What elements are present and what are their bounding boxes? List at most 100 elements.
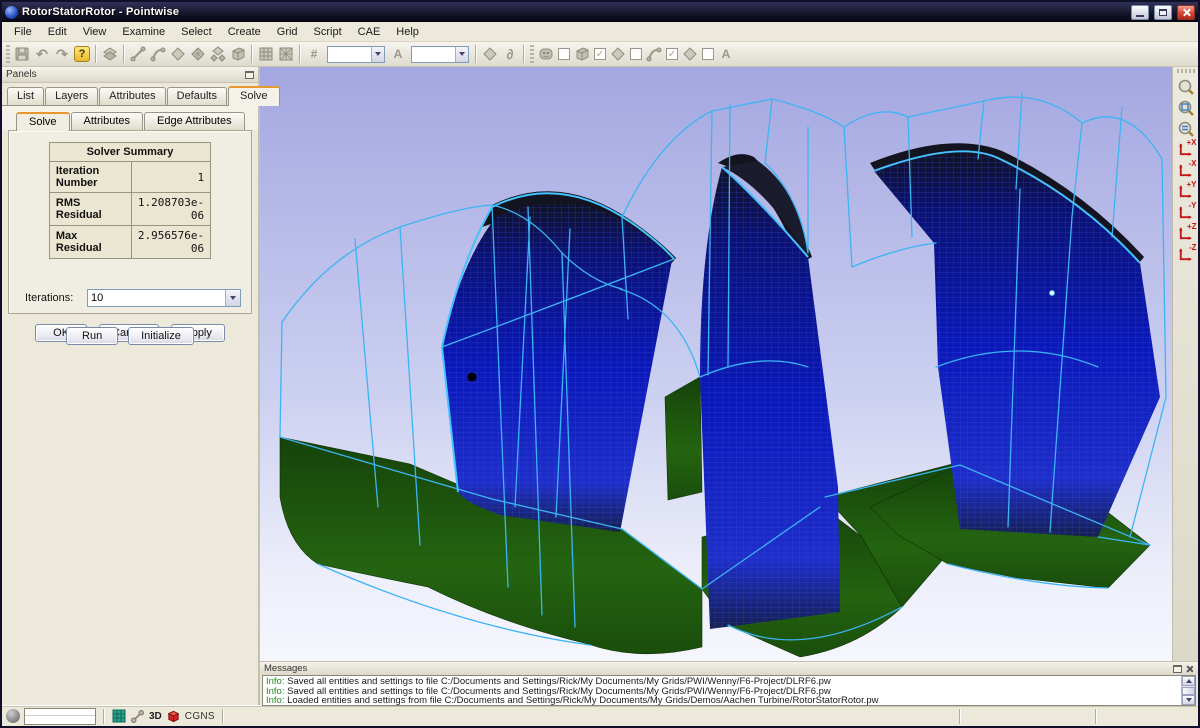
subtab-solve[interactable]: Solve bbox=[16, 112, 70, 131]
toolbar-separator bbox=[475, 45, 477, 63]
menu-create[interactable]: Create bbox=[220, 24, 269, 40]
unstructured-grid-button[interactable] bbox=[276, 44, 296, 64]
assemble-button[interactable] bbox=[208, 44, 228, 64]
float-panel-icon[interactable] bbox=[245, 71, 254, 79]
menu-select[interactable]: Select bbox=[173, 24, 220, 40]
source-visibility-checkbox[interactable] bbox=[702, 48, 714, 60]
scroll-thumb[interactable] bbox=[1182, 687, 1195, 695]
view-minus-z-button[interactable]: -Z bbox=[1175, 244, 1197, 265]
domain-visibility-checkbox[interactable] bbox=[630, 48, 642, 60]
block-visibility-checkbox[interactable]: ✓ bbox=[594, 48, 606, 60]
run-button[interactable]: Run bbox=[66, 327, 118, 345]
derivative-button[interactable]: ∂ bbox=[500, 44, 520, 64]
zoom-button[interactable] bbox=[1175, 76, 1197, 97]
view-plus-z-button[interactable]: +Z bbox=[1175, 223, 1197, 244]
chevron-down-icon bbox=[459, 52, 465, 56]
subtab-attributes[interactable]: Attributes bbox=[71, 112, 143, 130]
float-messages-icon[interactable] bbox=[1173, 665, 1182, 673]
grid-status-icon[interactable] bbox=[112, 709, 126, 723]
menu-view[interactable]: View bbox=[75, 24, 115, 40]
undo-button[interactable]: ↶ bbox=[32, 44, 52, 64]
spacing-combo-dropdown[interactable] bbox=[455, 47, 468, 62]
create-structured-domain-button[interactable] bbox=[188, 44, 208, 64]
close-messages-icon[interactable] bbox=[1186, 665, 1194, 673]
menu-grid[interactable]: Grid bbox=[269, 24, 306, 40]
messages-header[interactable]: Messages bbox=[260, 662, 1198, 675]
menu-edit[interactable]: Edit bbox=[40, 24, 75, 40]
view-plus-y-button[interactable]: +Y bbox=[1175, 181, 1197, 202]
link-status-icon[interactable] bbox=[130, 709, 145, 724]
menu-script[interactable]: Script bbox=[306, 24, 350, 40]
restore-icon bbox=[1159, 9, 1167, 16]
arrow-up-icon bbox=[1186, 679, 1192, 683]
view-minus-x-button[interactable]: -X bbox=[1175, 160, 1197, 181]
minimize-icon bbox=[1136, 14, 1144, 17]
toolbar-drag-handle[interactable] bbox=[530, 45, 534, 63]
connector-visibility-checkbox[interactable]: ✓ bbox=[666, 48, 678, 60]
source-visibility-button[interactable] bbox=[680, 44, 700, 64]
panel-tabs: List Layers Attributes Defaults Solve bbox=[2, 83, 258, 105]
panels-panel: Panels List Layers Attributes Defaults S… bbox=[2, 67, 260, 705]
redo-button[interactable]: ↷ bbox=[52, 44, 72, 64]
view-minus-y-button[interactable]: -Y bbox=[1175, 202, 1197, 223]
title-bar[interactable]: RotorStatorRotor - Pointwise bbox=[2, 2, 1198, 22]
toolbar-separator bbox=[299, 45, 301, 63]
shader-checkbox[interactable] bbox=[558, 48, 570, 60]
solver-summary-table: Solver Summary Iteration Number 1 RMS Re… bbox=[49, 142, 211, 259]
create-block-button[interactable] bbox=[228, 44, 248, 64]
menu-file[interactable]: File bbox=[6, 24, 40, 40]
dimension-combo[interactable] bbox=[327, 46, 385, 63]
distribute-button[interactable] bbox=[480, 44, 500, 64]
redo-icon: ↷ bbox=[56, 46, 68, 63]
dimension-combo-value[interactable] bbox=[328, 47, 371, 62]
subtab-edge-attributes[interactable]: Edge Attributes bbox=[144, 112, 245, 130]
iterations-dropdown[interactable] bbox=[225, 290, 240, 306]
menu-help[interactable]: Help bbox=[388, 24, 427, 40]
chevron-down-icon bbox=[230, 296, 236, 300]
create-domain-button[interactable] bbox=[168, 44, 188, 64]
tab-list[interactable]: List bbox=[7, 87, 44, 105]
dimension-combo-dropdown[interactable] bbox=[371, 47, 384, 62]
close-button[interactable] bbox=[1177, 5, 1195, 20]
create-connector-button[interactable] bbox=[128, 44, 148, 64]
panels-header[interactable]: Panels bbox=[2, 67, 258, 83]
structured-grid-button[interactable] bbox=[256, 44, 276, 64]
connector-visibility-button[interactable] bbox=[644, 44, 664, 64]
messages-log[interactable]: Info: Saved all entities and settings to… bbox=[262, 675, 1196, 706]
command-input[interactable] bbox=[24, 708, 96, 725]
zoom-actual-button[interactable] bbox=[1175, 118, 1197, 139]
tab-attributes[interactable]: Attributes bbox=[99, 87, 165, 105]
cae-cube-icon bbox=[166, 709, 181, 724]
save-button[interactable] bbox=[12, 44, 32, 64]
spacing-combo[interactable] bbox=[411, 46, 469, 63]
create-curve-button[interactable] bbox=[148, 44, 168, 64]
spacing-icon[interactable]: A bbox=[388, 44, 408, 64]
minimize-button[interactable] bbox=[1131, 5, 1149, 20]
menu-cae[interactable]: CAE bbox=[350, 24, 389, 40]
domain-visibility-button[interactable] bbox=[608, 44, 628, 64]
iterations-combo[interactable]: 10 bbox=[87, 289, 241, 307]
view-toolbar-drag-handle[interactable] bbox=[1177, 69, 1195, 73]
messages-scrollbar[interactable] bbox=[1181, 676, 1195, 705]
iterations-value[interactable]: 10 bbox=[88, 290, 225, 306]
toolbar-drag-handle[interactable] bbox=[6, 45, 10, 63]
layers-button[interactable] bbox=[100, 44, 120, 64]
shader-toggle-button[interactable] bbox=[536, 44, 556, 64]
spacing-toggle-button[interactable]: A bbox=[716, 44, 736, 64]
zoom-to-fit-button[interactable] bbox=[1175, 97, 1197, 118]
tab-solve[interactable]: Solve bbox=[228, 86, 280, 106]
spacing-combo-value[interactable] bbox=[412, 47, 455, 62]
view-plus-x-button[interactable]: +X bbox=[1175, 139, 1197, 160]
block-visibility-button[interactable] bbox=[572, 44, 592, 64]
iterations-label: Iterations: bbox=[25, 292, 87, 304]
3d-viewport[interactable] bbox=[260, 67, 1172, 661]
scroll-up-button[interactable] bbox=[1182, 676, 1195, 686]
dimension-icon[interactable]: # bbox=[304, 44, 324, 64]
tab-layers[interactable]: Layers bbox=[45, 87, 98, 105]
restore-button[interactable] bbox=[1154, 5, 1172, 20]
scroll-down-button[interactable] bbox=[1182, 695, 1195, 705]
tab-defaults[interactable]: Defaults bbox=[167, 87, 227, 105]
initialize-button[interactable]: Initialize bbox=[128, 327, 194, 345]
menu-examine[interactable]: Examine bbox=[114, 24, 173, 40]
help-button[interactable]: ? bbox=[72, 44, 92, 64]
